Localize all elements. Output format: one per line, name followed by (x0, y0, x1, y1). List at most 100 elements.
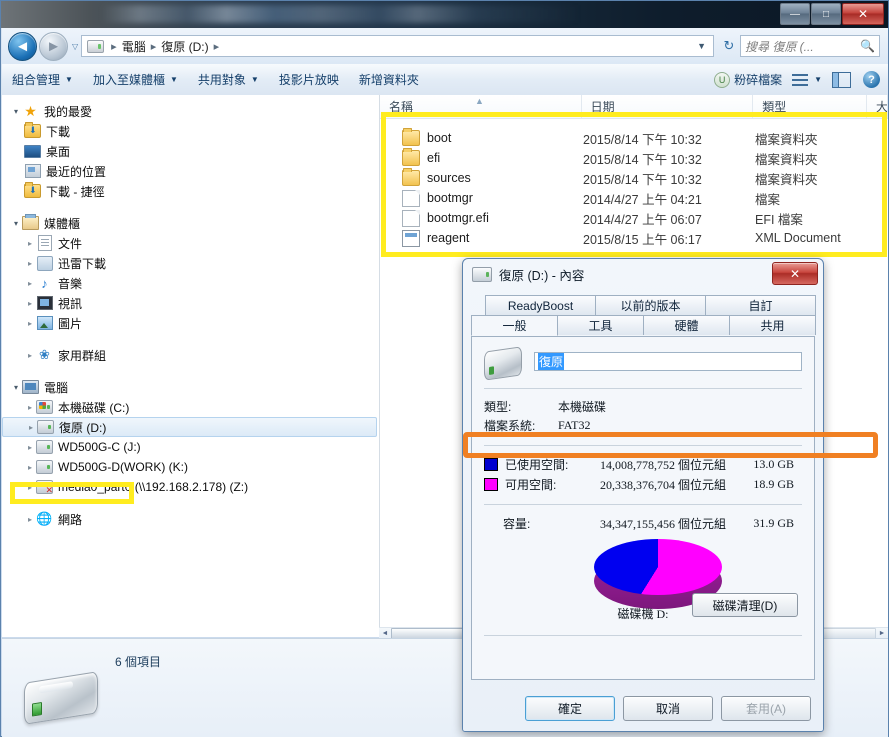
disk-cleanup-button[interactable]: 磁碟清理(D) (692, 593, 798, 617)
desktop-icon (24, 144, 41, 159)
pictures-icon (36, 316, 53, 331)
sidebar-item-local-disk-c[interactable]: ▸ 本機磁碟 (C:) (2, 397, 379, 417)
expander-icon[interactable]: ▸ (24, 239, 36, 248)
sidebar-item-desktop[interactable]: 桌面 (2, 141, 379, 161)
chevron-down-icon: ▼ (250, 75, 259, 84)
toolbar-right-group: U 粉碎檔案 ▼ ? (704, 68, 888, 92)
file-name-cell: efi (380, 148, 582, 166)
expander-icon[interactable]: ▸ (25, 423, 37, 432)
expander-icon[interactable]: ▸ (24, 299, 36, 308)
expander-icon[interactable]: ▸ (24, 319, 36, 328)
close-button[interactable]: ✕ (842, 3, 884, 25)
share-with-button[interactable]: 共用對象 ▼ (188, 68, 269, 92)
expander-icon[interactable]: ▸ (24, 463, 36, 472)
sidebar-group-libraries[interactable]: ▾ 媒體櫃 (2, 213, 379, 233)
file-type-cell: 檔案資料夾 (755, 132, 818, 147)
back-arrow-icon[interactable]: ◄ (8, 31, 37, 61)
maximize-button[interactable]: □ (811, 3, 841, 25)
shred-files-button[interactable]: U 粉碎檔案 (704, 68, 786, 92)
minimize-button[interactable]: — (780, 3, 810, 25)
table-row[interactable]: efi 2015/8/14 下午 10:32 檔案資料夾 (380, 148, 888, 168)
column-header-size[interactable]: 大 (867, 95, 888, 118)
tab-readyboost[interactable]: ReadyBoost (485, 295, 596, 315)
expander-icon[interactable]: ▸ (24, 351, 36, 360)
sidebar-item-recent-places-label: 最近的位置 (46, 164, 107, 179)
column-header-date[interactable]: 日期 (582, 95, 754, 118)
help-icon[interactable]: ? (863, 71, 880, 88)
chevron-down-icon[interactable]: ▼ (814, 75, 822, 84)
sidebar-item-documents[interactable]: ▸ 文件 (2, 233, 379, 253)
star-icon: ★ (24, 102, 37, 119)
view-options-icon[interactable] (792, 73, 809, 86)
apply-button[interactable]: 套用(A) (721, 696, 811, 721)
sidebar-item-recent-places[interactable]: 最近的位置 (2, 161, 379, 181)
refresh-icon[interactable]: ↻ (718, 35, 740, 57)
forward-arrow-icon[interactable]: ► (39, 31, 68, 61)
recent-locations-caret-icon[interactable]: ▽ (72, 42, 78, 51)
table-row[interactable]: bootmgr 2014/4/27 上午 04:21 檔案 (380, 188, 888, 208)
breadcrumb-dropdown-icon[interactable]: ▼ (697, 41, 710, 51)
downloads-folder-icon (24, 122, 41, 139)
tab-general[interactable]: 一般 (471, 315, 558, 336)
sidebar-group-computer-label: 電腦 (44, 380, 69, 395)
table-row[interactable]: sources 2015/8/14 下午 10:32 檔案資料夾 (380, 168, 888, 188)
expander-icon[interactable]: ▾ (10, 383, 22, 392)
expander-icon[interactable]: ▾ (10, 219, 22, 228)
new-folder-button[interactable]: 新增資料夾 (349, 68, 429, 92)
file-type-cell: 檔案 (755, 192, 781, 207)
sidebar-item-downloads[interactable]: 下載 (2, 121, 379, 141)
expander-icon[interactable]: ▸ (24, 259, 36, 268)
tab-tools[interactable]: 工具 (557, 315, 644, 335)
sidebar-item-wd500g-c[interactable]: ▸ WD500G-C (J:) (2, 437, 379, 457)
include-in-library-button[interactable]: 加入至媒體櫃 ▼ (83, 68, 188, 92)
scroll-right-arrow-icon[interactable]: ► (876, 630, 888, 637)
divider (484, 445, 802, 446)
sidebar-item-network-drive-z[interactable]: ▸ media0_part0 (\\192.168.2.178) (Z:) (2, 477, 379, 497)
volume-label-input[interactable]: 復原 (534, 352, 802, 371)
expander-icon[interactable]: ▾ (10, 107, 22, 116)
file-type-cell: 檔案資料夾 (755, 152, 818, 167)
sidebar-item-music[interactable]: ▸ ♪ 音樂 (2, 273, 379, 293)
tab-previous-versions[interactable]: 以前的版本 (595, 295, 706, 315)
include-in-library-label: 加入至媒體櫃 (92, 73, 165, 87)
tab-customize[interactable]: 自訂 (705, 295, 816, 315)
sidebar-item-recovery-d[interactable]: ▸ 復原 (D:) (2, 417, 377, 437)
sidebar-group-computer[interactable]: ▾ 電腦 (2, 377, 379, 397)
table-row[interactable]: reagent 2015/8/15 上午 06:17 XML Document (380, 228, 888, 248)
sidebar-item-pictures[interactable]: ▸ 圖片 (2, 313, 379, 333)
search-icon: 🔍 (860, 39, 875, 53)
tab-hardware[interactable]: 硬體 (643, 315, 730, 335)
sidebar-group-favorites[interactable]: ▾ ★ 我的最愛 (2, 101, 379, 121)
sidebar-item-wd500g-d-work[interactable]: ▸ WD500G-D(WORK) (K:) (2, 457, 379, 477)
sidebar-group-homegroup[interactable]: ▸ ❀ 家用群組 (2, 345, 379, 365)
dialog-close-button[interactable]: ✕ (772, 262, 818, 285)
dialog-tab-row-top: ReadyBoost 以前的版本 自訂 (471, 295, 816, 315)
sidebar-item-video[interactable]: ▸ 視訊 (2, 293, 379, 313)
breadcrumb-item-drive[interactable]: 復原 (D:) (159, 37, 210, 56)
preview-pane-icon[interactable] (832, 71, 851, 88)
column-header-type-label: 類型 (762, 100, 787, 114)
organize-button[interactable]: 組合管理 ▼ (2, 68, 83, 92)
file-name-label: boot (427, 131, 452, 145)
expander-icon[interactable]: ▸ (24, 279, 36, 288)
column-header-type[interactable]: 類型 (753, 95, 868, 118)
slideshow-button[interactable]: 投影片放映 (269, 68, 349, 92)
sidebar-item-thunder-download[interactable]: ▸ 迅雷下載 (2, 253, 379, 273)
cancel-button[interactable]: 取消 (623, 696, 713, 721)
ok-button[interactable]: 確定 (525, 696, 615, 721)
sidebar-item-downloads-shortcut[interactable]: 下載 - 捷徑 (2, 181, 379, 201)
expander-icon[interactable]: ▸ (24, 403, 36, 412)
free-space-label: 可用空間: (505, 477, 557, 492)
table-row[interactable]: boot 2015/8/14 下午 10:32 檔案資料夾 (380, 128, 888, 148)
tab-sharing[interactable]: 共用 (729, 315, 816, 335)
expander-icon[interactable]: ▸ (24, 443, 36, 452)
table-row[interactable]: bootmgr.efi 2014/4/27 上午 06:07 EFI 檔案 (380, 208, 888, 228)
file-type-cell: 檔案資料夾 (755, 172, 818, 187)
breadcrumb-item-computer[interactable]: 電腦 (120, 37, 148, 56)
scroll-left-arrow-icon[interactable]: ◄ (379, 630, 391, 637)
breadcrumb[interactable]: ▸ 電腦 ▸ 復原 (D:) ▸ ▼ (81, 35, 714, 57)
expander-icon[interactable]: ▸ (24, 515, 36, 524)
search-input[interactable]: 搜尋 復原 (... 🔍 (740, 35, 880, 57)
sidebar-group-network[interactable]: ▸ 🌐 網路 (2, 509, 379, 529)
expander-icon[interactable]: ▸ (24, 483, 36, 492)
